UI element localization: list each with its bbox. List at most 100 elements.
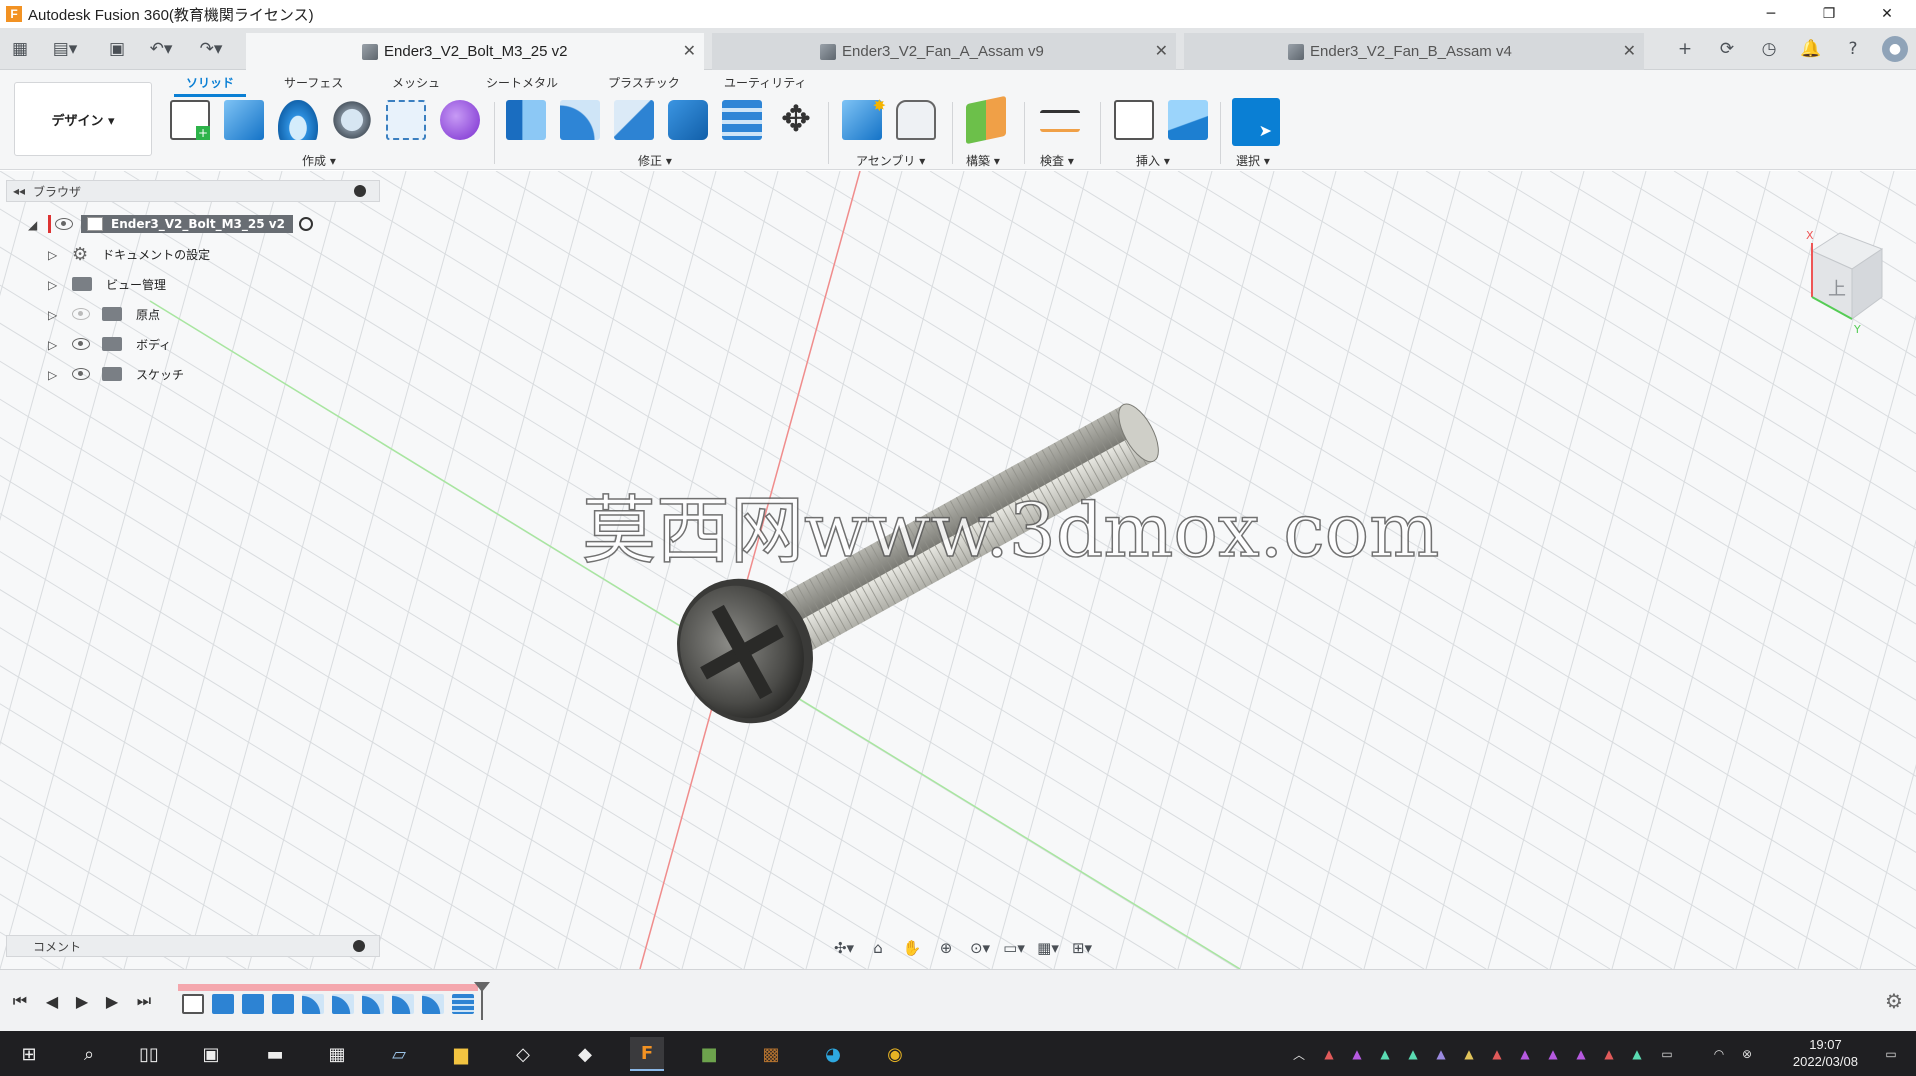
browser-item-named-views[interactable]: ▷ ビュー管理 bbox=[48, 272, 166, 296]
notifications-bell-icon[interactable]: 🔔 bbox=[1798, 36, 1824, 62]
new-component-icon[interactable]: ✸ bbox=[842, 96, 886, 140]
fit-zoom-icon[interactable]: ⊙▾ bbox=[966, 937, 994, 959]
tray-app-icon[interactable]: ▲ bbox=[1346, 1043, 1368, 1065]
tab-utilities[interactable]: ユーティリティ bbox=[724, 74, 807, 91]
tab-bolt-document[interactable]: Ender3_V2_Bolt_M3_25 v2 ✕ bbox=[246, 33, 704, 70]
collapsed-triangle-icon[interactable]: ▷ bbox=[48, 308, 60, 322]
redo-icon[interactable]: ↷▾ bbox=[194, 28, 228, 70]
tab-fan-b-document[interactable]: Ender3_V2_Fan_B_Assam v4 ✕ bbox=[1184, 33, 1644, 70]
visibility-eye-icon[interactable] bbox=[72, 338, 90, 350]
hole-icon[interactable] bbox=[332, 100, 372, 140]
save-icon[interactable]: ▣ bbox=[104, 28, 130, 70]
measure-icon[interactable] bbox=[1040, 110, 1080, 132]
press-pull-icon[interactable] bbox=[506, 100, 546, 140]
timeline-thread-feature[interactable] bbox=[452, 994, 474, 1014]
terminal-icon[interactable]: ▬ bbox=[258, 1037, 292, 1071]
group-insert-label[interactable]: 挿入 ▾ bbox=[1136, 152, 1170, 169]
collapsed-triangle-icon[interactable]: ▷ bbox=[48, 248, 60, 262]
help-icon[interactable]: ? bbox=[1840, 36, 1866, 62]
store-icon[interactable]: ▦ bbox=[320, 1037, 354, 1071]
tray-app-icon[interactable]: ▲ bbox=[1570, 1043, 1592, 1065]
look-at-icon[interactable]: ⌂ bbox=[864, 937, 892, 959]
timeline-fillet-feature[interactable] bbox=[302, 994, 324, 1014]
fillet-icon[interactable] bbox=[560, 100, 600, 140]
tray-app-icon[interactable]: ▲ bbox=[1402, 1043, 1424, 1065]
create-form-icon[interactable] bbox=[440, 100, 480, 140]
tab-plastic[interactable]: プラスチック bbox=[608, 74, 680, 91]
app-icon-1[interactable]: ▣ bbox=[194, 1037, 228, 1071]
timeline-settings-gear-icon[interactable]: ⚙ bbox=[1882, 989, 1906, 1013]
zoom-icon[interactable]: ⊕ bbox=[932, 937, 960, 959]
expanded-triangle-icon[interactable]: ◢ bbox=[28, 218, 40, 232]
minecraft-icon[interactable]: ■ bbox=[692, 1037, 726, 1071]
comments-pin-icon[interactable] bbox=[353, 940, 365, 952]
data-panel-refresh-icon[interactable]: ⟳ bbox=[1714, 36, 1740, 62]
collapsed-triangle-icon[interactable]: ▷ bbox=[48, 368, 60, 382]
browser-item-sketches[interactable]: ▷ スケッチ bbox=[48, 362, 184, 386]
tray-app-icon[interactable]: ▲ bbox=[1318, 1043, 1340, 1065]
tab-surface[interactable]: サーフェス bbox=[284, 74, 343, 91]
battery-icon[interactable]: ▭ bbox=[1656, 1043, 1678, 1065]
tab-sheet-metal[interactable]: シートメタル bbox=[486, 74, 558, 91]
go-to-end-icon[interactable]: ⏭ bbox=[132, 990, 156, 1012]
insert-derive-icon[interactable] bbox=[1114, 100, 1154, 140]
close-tab-icon[interactable]: ✕ bbox=[1155, 41, 1168, 61]
app-icon-2[interactable]: ◆ bbox=[568, 1037, 602, 1071]
timeline-fillet-feature[interactable] bbox=[332, 994, 354, 1014]
windows-start-icon[interactable]: ⊞ bbox=[12, 1037, 46, 1071]
task-view-icon[interactable]: ▯▯ bbox=[132, 1037, 166, 1071]
pan-hand-icon[interactable]: ✋ bbox=[898, 937, 926, 959]
tray-app-icon[interactable]: ▲ bbox=[1430, 1043, 1452, 1065]
app-icon-3[interactable]: ▩ bbox=[754, 1037, 788, 1071]
browser-item-document-settings[interactable]: ▷ ⚙ ドキュメントの設定 bbox=[48, 242, 210, 266]
close-tab-icon[interactable]: ✕ bbox=[1623, 41, 1636, 61]
job-status-icon[interactable]: ◷ bbox=[1756, 36, 1782, 62]
slicer-app-icon[interactable]: ◇ bbox=[506, 1037, 540, 1071]
create-sketch-icon[interactable]: + bbox=[170, 100, 210, 140]
volume-muted-icon[interactable]: ⊗ bbox=[1736, 1043, 1758, 1065]
viewports-icon[interactable]: ⊞▾ bbox=[1068, 937, 1096, 959]
split-body-icon[interactable] bbox=[722, 100, 762, 140]
close-window-button[interactable]: ✕ bbox=[1858, 0, 1916, 28]
timeline-fillet-feature[interactable] bbox=[362, 994, 384, 1014]
notification-center-icon[interactable]: ▭ bbox=[1880, 1043, 1902, 1065]
browser-item-origin[interactable]: ▷ 原点 bbox=[48, 302, 160, 326]
restore-button[interactable]: ❐ bbox=[1800, 0, 1858, 28]
display-settings-icon[interactable]: ▭▾ bbox=[1000, 937, 1028, 959]
extrude-icon[interactable] bbox=[224, 100, 264, 140]
offset-plane-icon[interactable] bbox=[966, 95, 1006, 145]
step-back-icon[interactable]: ◀ bbox=[40, 990, 64, 1012]
collapsed-triangle-icon[interactable]: ▷ bbox=[48, 338, 60, 352]
timeline-track[interactable] bbox=[178, 982, 490, 1020]
go-to-start-icon[interactable]: ⏮ bbox=[8, 990, 32, 1012]
wifi-icon[interactable]: ◠ bbox=[1708, 1043, 1730, 1065]
user-avatar-icon[interactable]: ● bbox=[1882, 36, 1908, 62]
grid-snap-icon[interactable]: ▦▾ bbox=[1034, 937, 1062, 959]
chrome-browser-icon[interactable]: ◉ bbox=[878, 1037, 912, 1071]
undo-icon[interactable]: ↶▾ bbox=[144, 28, 178, 70]
minimize-button[interactable]: ─ bbox=[1742, 0, 1800, 28]
orbit-icon[interactable]: ✣▾ bbox=[830, 937, 858, 959]
timeline-fillet-feature[interactable] bbox=[422, 994, 444, 1014]
tray-app-icon[interactable]: ▲ bbox=[1374, 1043, 1396, 1065]
tray-app-icon[interactable]: ▲ bbox=[1458, 1043, 1480, 1065]
close-tab-icon[interactable]: ✕ bbox=[683, 41, 696, 61]
play-icon[interactable]: ▶ bbox=[70, 990, 94, 1012]
insert-canvas-icon[interactable] bbox=[1168, 100, 1208, 140]
revolve-icon[interactable] bbox=[278, 100, 318, 140]
tray-app-icon[interactable]: ▲ bbox=[1598, 1043, 1620, 1065]
collapse-browser-icon[interactable]: ◂◂ bbox=[13, 184, 25, 198]
taskbar-clock[interactable]: 19:07 2022/03/08 bbox=[1793, 1036, 1858, 1070]
file-explorer-icon[interactable]: ▆ bbox=[444, 1037, 478, 1071]
file-menu-icon[interactable]: ▤▾ bbox=[48, 28, 82, 70]
hidden-eye-icon[interactable] bbox=[72, 308, 90, 320]
chamfer-icon[interactable] bbox=[614, 100, 654, 140]
browser-item-bodies[interactable]: ▷ ボディ bbox=[48, 332, 171, 356]
group-construct-label[interactable]: 構築 ▾ bbox=[966, 152, 1000, 169]
fusion360-taskbar-icon[interactable]: F bbox=[630, 1037, 664, 1071]
group-create-label[interactable]: 作成 ▾ bbox=[302, 152, 336, 169]
visibility-eye-icon[interactable] bbox=[55, 218, 73, 230]
rectangular-pattern-icon[interactable] bbox=[386, 100, 426, 140]
timeline-extrude-feature[interactable] bbox=[212, 994, 234, 1014]
tab-solid[interactable]: ソリッド bbox=[174, 74, 247, 97]
